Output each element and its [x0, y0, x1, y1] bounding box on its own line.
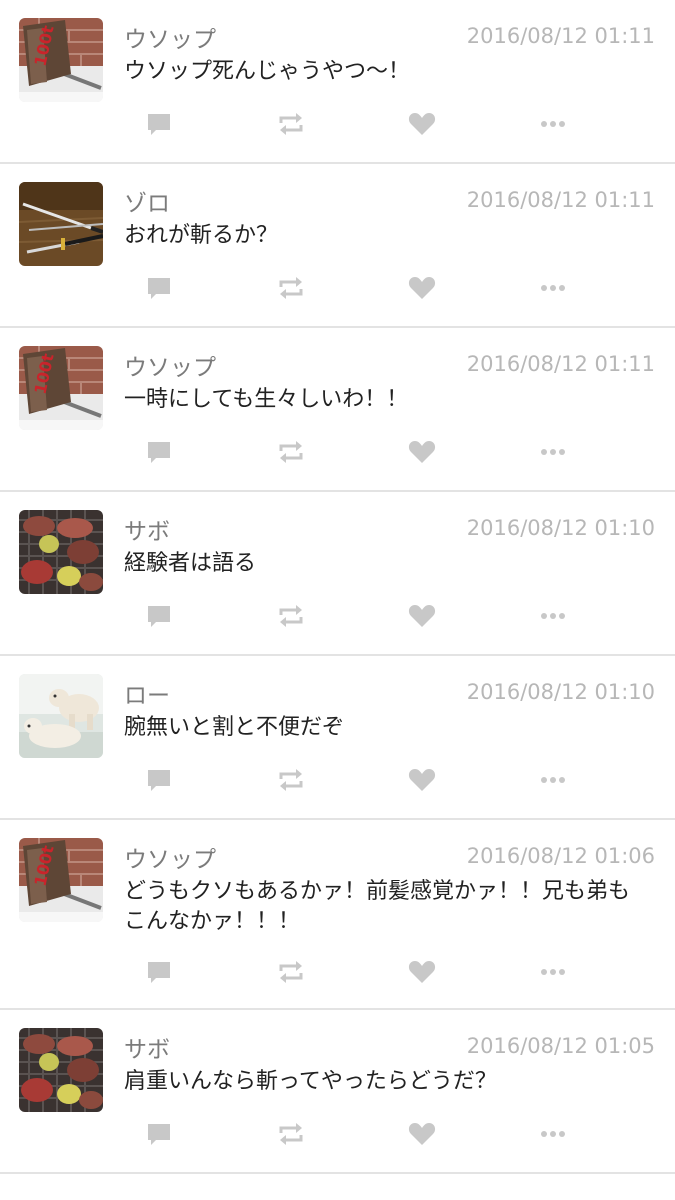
more-dots-icon	[541, 777, 565, 783]
post-text: どうもクソもあるかァ！前髪感覚かァ！！兄も弟もこんなかァ！！！	[124, 879, 631, 934]
reply-button[interactable]	[142, 764, 176, 796]
timeline-feed: ウソップ 2016/08/12 01:11 ウソップ死んじゃうやつ〜！ ゾロ 2…	[0, 0, 675, 1174]
post-text: 腕無いと割と不便だぞ	[124, 715, 345, 740]
more-options-button[interactable]	[536, 272, 570, 304]
more-options-button[interactable]	[536, 600, 570, 632]
post-author[interactable]: ゾロ	[124, 184, 170, 218]
heart-icon	[408, 769, 436, 791]
reply-button[interactable]	[142, 272, 176, 304]
post-timestamp: 2016/08/12 01:10	[466, 516, 655, 540]
repost-button[interactable]	[274, 600, 308, 632]
post-author[interactable]: ウソップ	[124, 348, 216, 382]
hammer-avatar[interactable]	[19, 838, 103, 922]
heart-icon	[408, 961, 436, 983]
more-options-button[interactable]	[536, 956, 570, 988]
post-text: 経験者は語る	[124, 551, 257, 576]
post-timestamp: 2016/08/12 01:05	[466, 1034, 655, 1058]
repost-icon	[279, 441, 303, 463]
reply-button[interactable]	[142, 436, 176, 468]
post-actions	[0, 956, 675, 988]
more-options-button[interactable]	[536, 436, 570, 468]
post-text: 肩重いんなら斬ってやったらどうだ？	[124, 1069, 497, 1094]
more-options-button[interactable]	[536, 108, 570, 140]
post-text: ウソップ死んじゃうやつ〜！	[124, 59, 411, 84]
repost-button[interactable]	[274, 436, 308, 468]
post-item[interactable]: ウソップ 2016/08/12 01:11 ウソップ死んじゃうやつ〜！	[0, 0, 675, 164]
reply-button[interactable]	[142, 956, 176, 988]
swords-avatar[interactable]	[19, 182, 103, 266]
more-dots-icon	[541, 285, 565, 291]
repost-button[interactable]	[274, 108, 308, 140]
more-dots-icon	[541, 969, 565, 975]
grill-avatar[interactable]	[19, 1028, 103, 1112]
post-timestamp: 2016/08/12 01:11	[466, 24, 655, 48]
speech-bubble-icon	[148, 770, 170, 791]
repost-icon	[279, 961, 303, 983]
post-actions	[0, 1118, 675, 1150]
post-actions	[0, 764, 675, 796]
heart-icon	[408, 113, 436, 135]
post-timestamp: 2016/08/12 01:11	[466, 352, 655, 376]
repost-icon	[279, 277, 303, 299]
repost-icon	[279, 1123, 303, 1145]
speech-bubble-icon	[148, 114, 170, 135]
post-item[interactable]: ウソップ 2016/08/12 01:11 一時にしても生々しいわ！！	[0, 328, 675, 492]
post-author[interactable]: ロー	[124, 676, 170, 710]
post-item[interactable]: ウソップ 2016/08/12 01:06 どうもクソもあるかァ！前髪感覚かァ！…	[0, 820, 675, 1010]
post-actions	[0, 108, 675, 140]
post-author[interactable]: サボ	[124, 1030, 170, 1064]
post-actions	[0, 272, 675, 304]
speech-bubble-icon	[148, 278, 170, 299]
like-button[interactable]	[405, 108, 439, 140]
heart-icon	[408, 277, 436, 299]
like-button[interactable]	[405, 1118, 439, 1150]
heart-icon	[408, 1123, 436, 1145]
speech-bubble-icon	[148, 962, 170, 983]
more-dots-icon	[541, 1131, 565, 1137]
speech-bubble-icon	[148, 442, 170, 463]
repost-button[interactable]	[274, 764, 308, 796]
like-button[interactable]	[405, 272, 439, 304]
post-item[interactable]: サボ 2016/08/12 01:05 肩重いんなら斬ってやったらどうだ？	[0, 1010, 675, 1174]
repost-button[interactable]	[274, 1118, 308, 1150]
post-text: 一時にしても生々しいわ！！	[124, 387, 409, 412]
repost-icon	[279, 605, 303, 627]
more-dots-icon	[541, 121, 565, 127]
like-button[interactable]	[405, 764, 439, 796]
post-timestamp: 2016/08/12 01:06	[466, 844, 655, 868]
more-dots-icon	[541, 613, 565, 619]
post-actions	[0, 600, 675, 632]
grill-avatar[interactable]	[19, 510, 103, 594]
heart-icon	[408, 605, 436, 627]
more-options-button[interactable]	[536, 1118, 570, 1150]
post-author[interactable]: ウソップ	[124, 20, 216, 54]
speech-bubble-icon	[148, 1124, 170, 1145]
speech-bubble-icon	[148, 606, 170, 627]
hammer-avatar[interactable]	[19, 18, 103, 102]
post-timestamp: 2016/08/12 01:11	[466, 188, 655, 212]
post-timestamp: 2016/08/12 01:10	[466, 680, 655, 704]
post-item[interactable]: サボ 2016/08/12 01:10 経験者は語る	[0, 492, 675, 656]
post-actions	[0, 436, 675, 468]
repost-button[interactable]	[274, 956, 308, 988]
heart-icon	[408, 441, 436, 463]
polar-bear-avatar[interactable]	[19, 674, 103, 758]
like-button[interactable]	[405, 600, 439, 632]
post-item[interactable]: ロー 2016/08/12 01:10 腕無いと割と不便だぞ	[0, 656, 675, 820]
post-author[interactable]: サボ	[124, 512, 170, 546]
like-button[interactable]	[405, 436, 439, 468]
repost-icon	[279, 113, 303, 135]
reply-button[interactable]	[142, 1118, 176, 1150]
post-author[interactable]: ウソップ	[124, 840, 216, 874]
more-options-button[interactable]	[536, 764, 570, 796]
post-item[interactable]: ゾロ 2016/08/12 01:11 おれが斬るか？	[0, 164, 675, 328]
repost-button[interactable]	[274, 272, 308, 304]
hammer-avatar[interactable]	[19, 346, 103, 430]
post-text: おれが斬るか？	[124, 223, 279, 248]
reply-button[interactable]	[142, 600, 176, 632]
reply-button[interactable]	[142, 108, 176, 140]
repost-icon	[279, 769, 303, 791]
like-button[interactable]	[405, 956, 439, 988]
more-dots-icon	[541, 449, 565, 455]
